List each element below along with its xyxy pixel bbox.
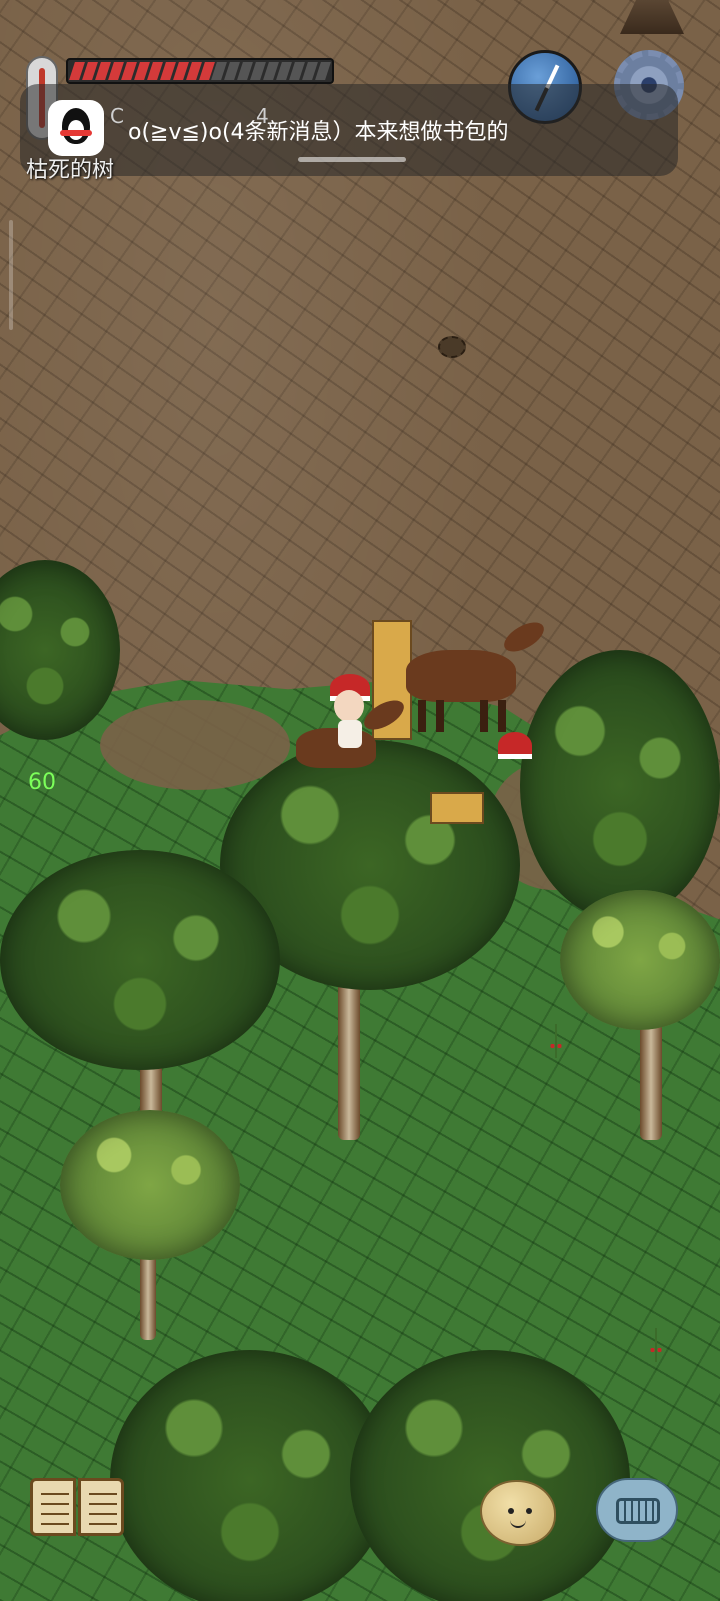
game-world[interactable]: C 4 o(≧v≦)o(4条新消息）本来想做书包的 枯死的树 60 xyxy=(0,0,720,1601)
fps-counter: 60 xyxy=(28,770,56,795)
maple-tree[interactable] xyxy=(110,1350,630,1601)
player-character[interactable] xyxy=(330,674,370,750)
book-icon[interactable] xyxy=(30,1478,126,1542)
qq-penguin-icon xyxy=(48,100,104,156)
maple-tree[interactable] xyxy=(0,850,280,1150)
wooden-box[interactable] xyxy=(430,792,484,824)
potato-face-icon[interactable] xyxy=(480,1480,556,1546)
maple-tree[interactable] xyxy=(0,560,120,750)
food-meter xyxy=(66,58,334,84)
berry-bush[interactable] xyxy=(646,1328,666,1362)
keyboard-icon[interactable] xyxy=(596,1478,678,1542)
berry-bush[interactable] xyxy=(546,1024,566,1058)
player-body xyxy=(338,720,362,748)
notification-text: o(≧v≦)o(4条新消息）本来想做书包的 xyxy=(128,120,509,145)
player-head xyxy=(334,690,364,722)
object-label: 枯死的树 xyxy=(26,158,115,183)
santa-hat-item[interactable] xyxy=(498,732,532,759)
food-pip xyxy=(315,62,331,80)
notification-handle[interactable] xyxy=(298,157,406,162)
young-tree[interactable] xyxy=(60,1110,240,1340)
burdock-item[interactable] xyxy=(438,336,466,358)
maple-tree[interactable] xyxy=(520,650,720,1150)
temperature-text: C xyxy=(110,104,124,128)
edge-indicator xyxy=(9,220,13,330)
horse[interactable] xyxy=(406,650,516,732)
